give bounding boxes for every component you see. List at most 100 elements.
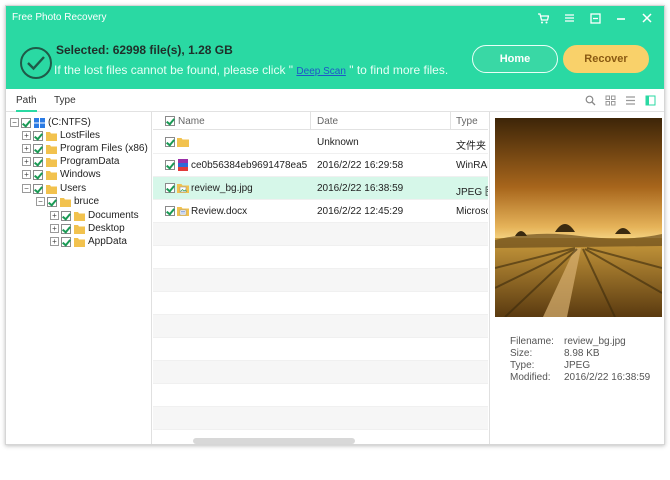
settings-icon[interactable]: [586, 11, 604, 25]
tree-checkbox[interactable]: [33, 130, 43, 141]
tree-node-label: AppData: [88, 236, 127, 247]
cell-date: Unknown: [317, 137, 359, 148]
tree-checkbox[interactable]: [33, 169, 43, 180]
expand-toggle[interactable]: +: [50, 211, 59, 220]
cell-date: 2016/2/22 16:29:58: [317, 160, 404, 171]
collapse-toggle[interactable]: −: [36, 197, 45, 206]
minimize-icon[interactable]: [612, 11, 630, 25]
select-all-checkbox[interactable]: [165, 116, 175, 126]
row-checkbox[interactable]: [165, 183, 175, 193]
tree-checkbox[interactable]: [33, 156, 43, 167]
meta-value: JPEG: [564, 360, 591, 371]
deep-scan-link[interactable]: Deep Scan: [296, 66, 345, 77]
collapse-toggle[interactable]: −: [10, 118, 19, 127]
tree-node-bruce[interactable]: − bruce: [36, 195, 99, 208]
hint-prefix: If the lost files cannot be found, pleas…: [54, 63, 297, 77]
tree-node-lostfiles[interactable]: + LostFiles: [22, 129, 100, 142]
tree-node-documents[interactable]: + Documents: [50, 209, 139, 222]
check-circle-icon: [20, 47, 52, 79]
empty-row: [153, 361, 488, 384]
tree-node-programdata[interactable]: + ProgramData: [22, 155, 119, 168]
tree-node-appdata[interactable]: + AppData: [50, 235, 127, 248]
table-row[interactable]: review_bg.jpg 2016/2/22 16:38:59 JPEG 图: [153, 177, 488, 200]
cell-type: JPEG 图: [456, 187, 488, 198]
expand-toggle[interactable]: +: [50, 224, 59, 233]
tree-node-label: Program Files (x86): [60, 143, 148, 154]
list-header: Name Date Type: [153, 112, 488, 130]
thumbnail-view-icon[interactable]: [604, 94, 616, 106]
folder-icon: [74, 237, 85, 247]
window-controls: [534, 11, 656, 25]
column-name[interactable]: Name: [178, 116, 205, 127]
tree-checkbox[interactable]: [61, 223, 71, 234]
preview-image: [495, 118, 662, 317]
meta-modified: Modified: 2016/2/22 16:38:59: [510, 372, 650, 384]
row-checkbox[interactable]: [165, 206, 175, 216]
folder-icon: [60, 197, 71, 207]
preview-view-icon[interactable]: [644, 94, 656, 106]
folder-icon: [46, 144, 57, 154]
list-view-icon[interactable]: [624, 94, 636, 106]
collapse-toggle[interactable]: −: [22, 184, 31, 193]
table-row[interactable]: Review.docx 2016/2/22 12:45:29 Microso: [153, 200, 488, 223]
expand-toggle[interactable]: +: [50, 237, 59, 246]
header-bar: Free Photo Recovery Selected: 62998 file…: [6, 6, 664, 89]
recover-button[interactable]: Recover: [563, 45, 649, 73]
tree-node-users[interactable]: − Users: [22, 182, 86, 195]
meta-size: Size: 8.98 KB: [510, 348, 650, 360]
tab-type[interactable]: Type: [54, 95, 76, 106]
tree-checkbox[interactable]: [21, 117, 31, 128]
cell-name: ce0b56384eb9691478ea5...: [191, 160, 307, 171]
tree-checkbox[interactable]: [33, 143, 43, 154]
tree-node-label: bruce: [74, 196, 100, 207]
tree-checkbox[interactable]: [61, 210, 71, 221]
row-checkbox[interactable]: [165, 137, 175, 147]
close-icon[interactable]: [638, 11, 656, 25]
tree-checkbox[interactable]: [61, 236, 71, 247]
row-checkbox[interactable]: [165, 160, 175, 170]
search-icon[interactable]: [584, 94, 596, 106]
meta-label: Filename:: [510, 336, 554, 347]
meta-label: Type:: [510, 360, 535, 371]
home-button[interactable]: Home: [472, 45, 558, 73]
meta-filename: Filename: review_bg.jpg: [510, 336, 650, 348]
column-date[interactable]: Date: [317, 116, 338, 127]
expand-toggle[interactable]: +: [22, 131, 31, 140]
empty-row: [153, 384, 488, 407]
cell-name: review_bg.jpg: [191, 183, 253, 194]
table-row[interactable]: Unknown 文件夹: [153, 131, 488, 154]
tree-checkbox[interactable]: [33, 183, 43, 194]
horizontal-scrollbar[interactable]: [193, 438, 355, 444]
docx-icon: [177, 207, 189, 216]
tree-node-drive[interactable]: − (C:NTFS): [10, 116, 91, 129]
tree-checkbox[interactable]: [47, 196, 57, 207]
meta-value: review_bg.jpg: [564, 336, 626, 347]
meta-type: Type: JPEG: [510, 360, 650, 372]
empty-row: [153, 223, 488, 246]
folder-icon: [74, 224, 85, 234]
hint-text: If the lost files cannot be found, pleas…: [54, 63, 448, 77]
view-controls: [584, 94, 656, 106]
cell-type: 文件夹: [456, 141, 486, 152]
cell-date: 2016/2/22 12:45:29: [317, 206, 404, 217]
folder-icon: [46, 157, 57, 167]
expand-toggle[interactable]: +: [22, 170, 31, 179]
file-metadata: Filename: review_bg.jpg Size: 8.98 KB Ty…: [510, 336, 650, 384]
column-divider[interactable]: [310, 112, 311, 130]
tree-node-program-files[interactable]: + Program Files (x86): [22, 142, 148, 155]
column-divider[interactable]: [450, 112, 451, 130]
tree-node-desktop[interactable]: + Desktop: [50, 222, 125, 235]
expand-toggle[interactable]: +: [22, 144, 31, 153]
tree-node-windows[interactable]: + Windows: [22, 168, 101, 181]
cart-icon[interactable]: [534, 11, 552, 25]
tab-path[interactable]: Path: [16, 95, 37, 112]
preview-panel: Filename: review_bg.jpg Size: 8.98 KB Ty…: [489, 112, 664, 444]
column-type[interactable]: Type: [456, 116, 478, 127]
selected-summary: Selected: 62998 file(s), 1.28 GB: [56, 43, 233, 57]
tree-node-label: Desktop: [88, 223, 125, 234]
menu-icon[interactable]: [560, 11, 578, 25]
expand-toggle[interactable]: +: [22, 157, 31, 166]
table-row[interactable]: ce0b56384eb9691478ea5... 2016/2/22 16:29…: [153, 154, 488, 177]
cell-type: Microso: [456, 206, 488, 217]
empty-row: [153, 338, 488, 361]
